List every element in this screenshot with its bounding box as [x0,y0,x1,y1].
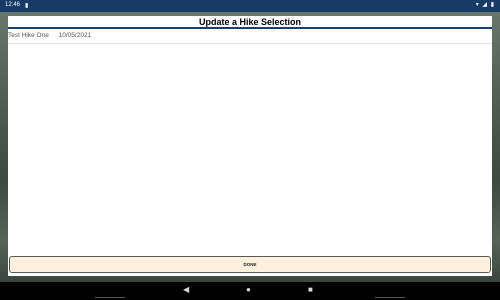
page-title: Update a Hike Selection [198,17,302,27]
status-icons: ▾ ◢ ▮ [476,1,495,8]
signal-icon: ◢ [482,2,489,8]
title-bar: Update a Hike Selection [8,16,492,29]
recent-apps-icon[interactable]: ■ [308,285,313,294]
clipboard-icon: ▮ [25,3,29,9]
gesture-line-left [95,297,125,298]
gesture-line-right [375,297,405,298]
navigation-bar: ◀ ● ■ [0,282,500,300]
battery-icon: ▮ [490,2,495,8]
home-icon[interactable]: ● [246,285,251,294]
hike-selection-panel: Update a Hike Selection Test Hike One 10… [8,16,492,276]
hike-date: 10/05/2021 [58,32,92,39]
hike-list: Test Hike One 10/05/2021 [8,30,492,44]
hike-list-item[interactable]: Test Hike One 10/05/2021 [8,30,492,44]
status-bar: 12:46 ▮ ▾ ◢ ▮ [0,0,500,12]
done-button[interactable]: DONE [9,256,491,273]
status-time: 12:46 [5,2,21,8]
hike-name: Test Hike One [8,32,49,39]
wifi-icon: ▾ [475,2,480,8]
back-icon[interactable]: ◀ [183,285,189,294]
